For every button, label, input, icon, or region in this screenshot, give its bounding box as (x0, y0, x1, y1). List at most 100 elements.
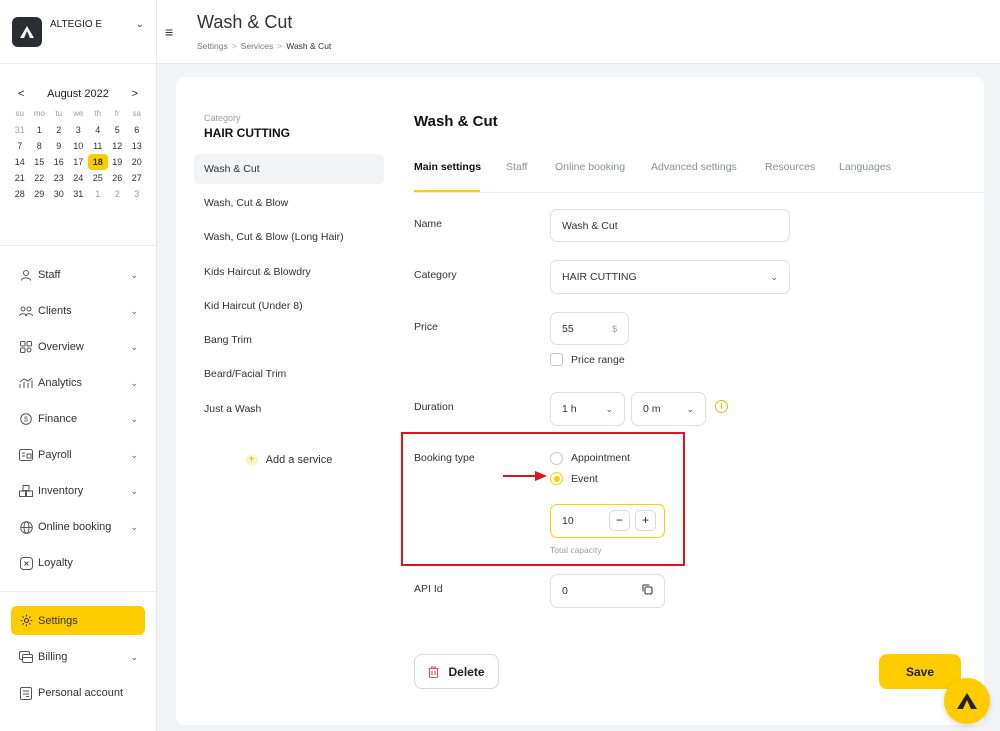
chevron-down-icon: ⌄ (130, 521, 138, 532)
save-button[interactable]: Save (879, 654, 961, 689)
service-item[interactable]: Just a Wash (194, 394, 384, 428)
calendar-day[interactable]: 31 (10, 122, 30, 138)
nav-item-staff[interactable]: Staff ⌄ (0, 257, 156, 293)
calendar-day[interactable]: 9 (49, 138, 69, 154)
copy-icon[interactable] (642, 584, 653, 598)
tab-advanced-settings[interactable]: Advanced settings (651, 161, 737, 173)
add-service-button[interactable]: + Add a service (194, 454, 384, 467)
calendar-day[interactable]: 1 (30, 122, 50, 138)
nav-item-finance[interactable]: $ Finance ⌄ (0, 401, 156, 437)
breadcrumb-link[interactable]: Services (241, 41, 274, 51)
calendar-day[interactable]: 20 (127, 154, 147, 170)
nav-item-settings[interactable]: Settings (11, 606, 145, 635)
calendar-day[interactable]: 21 (10, 170, 30, 186)
calendar-day[interactable]: 25 (88, 170, 108, 186)
calendar-day[interactable]: 6 (127, 122, 147, 138)
calendar-day[interactable]: 28 (10, 186, 30, 202)
calendar-day[interactable]: 3 (69, 122, 89, 138)
nav-divider (0, 591, 156, 592)
calendar-day[interactable]: 1 (88, 186, 108, 202)
info-icon[interactable]: i (715, 400, 728, 413)
annotation-arrow-icon (503, 471, 547, 481)
calendar-day[interactable]: 30 (49, 186, 69, 202)
calendar-day[interactable]: 7 (10, 138, 30, 154)
name-label: Name (414, 218, 443, 230)
delete-button[interactable]: Delete (414, 654, 499, 689)
price-input[interactable]: 55 $ (550, 312, 629, 345)
calendar-next-button[interactable]: > (132, 88, 138, 100)
calendar-day[interactable]: 23 (49, 170, 69, 186)
category-select[interactable]: HAIR CUTTING ⌄ (550, 260, 790, 294)
help-chat-button[interactable] (944, 678, 990, 724)
nav-item-online-booking[interactable]: Online booking ⌄ (0, 509, 156, 545)
calendar-day[interactable]: 5 (108, 122, 128, 138)
tab-resources[interactable]: Resources (765, 161, 815, 173)
nav-item-inventory[interactable]: Inventory ⌄ (0, 473, 156, 509)
nav-item-analytics[interactable]: Analytics ⌄ (0, 365, 156, 401)
service-item-selected[interactable]: Wash & Cut (194, 154, 384, 184)
calendar-day[interactable]: 3 (127, 186, 147, 202)
brand-switcher[interactable]: ALTEGIO E ⌄ (0, 0, 156, 64)
nav-item-billing[interactable]: Billing ⌄ (0, 639, 156, 675)
calendar-day[interactable]: 2 (49, 122, 69, 138)
calendar-day[interactable]: 29 (30, 186, 50, 202)
service-item[interactable]: Beard/Facial Trim (194, 359, 384, 393)
breadcrumb-separator: > (277, 41, 283, 51)
nav-item-overview[interactable]: Overview ⌄ (0, 329, 156, 365)
calendar-day[interactable]: 24 (69, 170, 89, 186)
calendar-day[interactable]: 26 (108, 170, 128, 186)
calendar-day[interactable]: 12 (108, 138, 128, 154)
nav-label: Payroll (38, 449, 72, 461)
add-service-label: Add a service (265, 454, 333, 467)
weekday-label: we (73, 109, 84, 118)
calendar-day[interactable]: 15 (30, 154, 50, 170)
users-icon (18, 304, 34, 318)
chevron-down-icon: ⌄ (770, 271, 778, 282)
calendar-day[interactable]: 8 (30, 138, 50, 154)
calendar-day[interactable]: 17 (69, 154, 89, 170)
tab-online-booking[interactable]: Online booking (555, 161, 625, 173)
calendar-day[interactable]: 22 (30, 170, 50, 186)
calendar-day[interactable]: 2 (108, 186, 128, 202)
user-icon (18, 268, 34, 282)
api-id-input[interactable]: 0 (550, 574, 665, 608)
service-item[interactable]: Kids Haircut & Blowdry (194, 257, 384, 291)
breadcrumb-link[interactable]: Settings (197, 41, 228, 51)
calendar-day[interactable]: 10 (69, 138, 89, 154)
altegio-logo-icon (12, 16, 42, 47)
calendar-day[interactable]: 27 (127, 170, 147, 186)
name-input[interactable]: Wash & Cut (550, 209, 790, 242)
chevron-down-icon: ⌄ (130, 449, 138, 460)
duration-minutes-select[interactable]: 0 m ⌄ (631, 392, 706, 426)
calendar-day[interactable]: 16 (49, 154, 69, 170)
nav-item-payroll[interactable]: Payroll ⌄ (0, 437, 156, 473)
globe-icon (18, 520, 34, 534)
calendar-day[interactable]: 13 (127, 138, 147, 154)
calendar-day[interactable]: 4 (88, 122, 108, 138)
calendar-day[interactable]: 19 (108, 154, 128, 170)
calendar-day[interactable]: 14 (10, 154, 30, 170)
chevron-down-icon: ⌄ (135, 19, 144, 30)
tab-main-settings[interactable]: Main settings (414, 161, 481, 173)
hamburger-menu-icon[interactable]: ≡ (165, 24, 173, 40)
calendar-prev-button[interactable]: < (18, 88, 24, 100)
calendar-day[interactable]: 11 (88, 138, 108, 154)
nav-item-loyalty[interactable]: Loyalty (0, 545, 156, 581)
duration-minutes-value: 0 m (643, 403, 661, 415)
tab-languages[interactable]: Languages (839, 161, 891, 173)
calendar-day[interactable]: 31 (69, 186, 89, 202)
calendar-day-selected[interactable]: 18 (88, 154, 108, 170)
tab-staff[interactable]: Staff (506, 161, 527, 173)
weekday-label: sa (132, 109, 141, 118)
service-item[interactable]: Bang Trim (194, 325, 384, 359)
nav-item-personal-account[interactable]: Personal account (0, 675, 156, 711)
main-nav: Staff ⌄ Clients ⌄ Overview ⌄ Analytics ⌄… (0, 246, 156, 711)
price-range-checkbox[interactable] (550, 353, 563, 366)
duration-hours-select[interactable]: 1 h ⌄ (550, 392, 625, 426)
nav-item-clients[interactable]: Clients ⌄ (0, 293, 156, 329)
chevron-down-icon: ⌄ (130, 305, 138, 316)
service-item[interactable]: Wash, Cut & Blow (Long Hair) (194, 222, 384, 256)
service-item[interactable]: Kid Haircut (Under 8) (194, 291, 384, 325)
service-item[interactable]: Wash, Cut & Blow (194, 188, 384, 222)
account-icon (18, 686, 34, 700)
